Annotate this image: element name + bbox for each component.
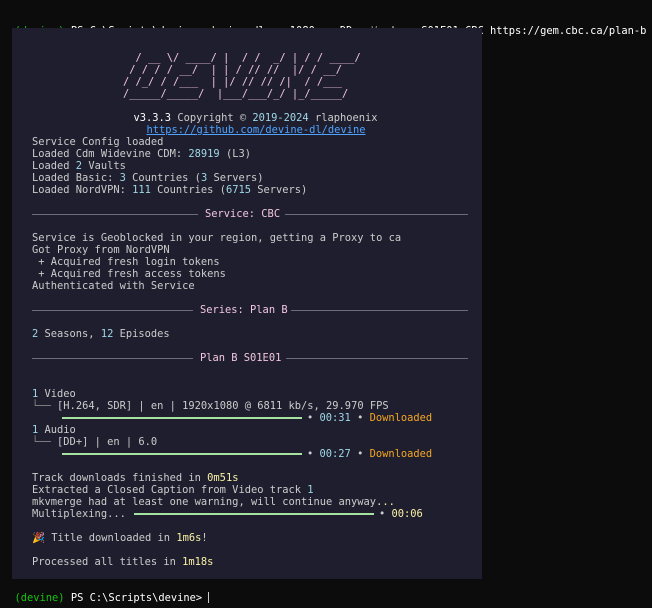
episode-rule-title: Plan B S01E01: [200, 352, 282, 364]
nordvpn-line: Loaded NordVPN: 111 Countries (6715 Serv…: [32, 184, 307, 196]
video-track-header: 1 Video: [32, 388, 76, 400]
nordvpn-label: Loaded NordVPN:: [32, 184, 133, 196]
env-name: (devine): [14, 592, 65, 604]
rule-divider: [291, 310, 468, 311]
processed-label: Processed all titles in: [32, 556, 183, 568]
title-downloaded-label: Title downloaded in: [44, 532, 177, 544]
basic-suffix: Servers): [207, 172, 264, 184]
video-track-info: └── [H.264, SDR] | en | 1920x1080 @ 6811…: [32, 400, 389, 412]
audio-track-header: 1 Audio: [32, 424, 76, 436]
seasons-line: 2 Seasons, 12 Episodes: [32, 328, 170, 340]
video-label: Video: [38, 388, 76, 400]
episode-label: Episodes: [113, 328, 170, 340]
mux-progress-bar: [134, 513, 374, 515]
basic-text: Countries (: [125, 172, 201, 184]
bullet-icon: •: [307, 412, 314, 424]
audio-status: Downloaded: [369, 448, 433, 460]
prompt-path: PS C:\Scripts\devine>: [64, 592, 209, 604]
season-label: Seasons,: [38, 328, 101, 340]
nordvpn-countries: 111: [132, 184, 151, 196]
service-rule-title: Service: CBC: [205, 208, 281, 220]
logo-line: /_____/_____/ |___/___/_/ |_/_____/: [123, 88, 374, 100]
cdm-label: Loaded Cdm Widevine CDM:: [32, 148, 189, 160]
cdm-id: 28919: [188, 148, 220, 160]
basic-label: Loaded Basic:: [32, 172, 120, 184]
closed-caption-line: Extracted a Closed Caption from Video tr…: [32, 484, 314, 496]
logo-line: / __ \/ ____/ | / / _/ | / / ____/: [123, 52, 361, 64]
mux-progress-status: • 00:06: [379, 508, 423, 520]
vaults-suffix: Vaults: [82, 160, 126, 172]
rule-divider: [285, 214, 468, 215]
repo-link[interactable]: https://github.com/devine-dl/devine: [134, 112, 366, 136]
party-popper-icon: 🎉: [32, 532, 45, 544]
video-progress-status: • 00:31 • Downloaded: [307, 412, 432, 424]
bullet-icon: •: [379, 508, 386, 520]
audio-progress-bar: [62, 453, 302, 455]
warning-text: mkvmerge had at least one warning, will …: [32, 496, 377, 508]
video-info: [H.264, SDR] | en | 1920x1080 @ 6811 kb/…: [57, 400, 389, 412]
login-token-line: + Acquired fresh login tokens: [32, 256, 220, 268]
exclamation: !: [201, 532, 208, 544]
cc-track-number: 1: [307, 484, 314, 496]
mux-label: Multiplexing: [32, 508, 108, 520]
geoblock-line: Service is Geoblocked in your region, ge…: [32, 232, 402, 244]
cc-label: Extracted a Closed Caption from Video tr…: [32, 484, 308, 496]
vaults-label: Loaded: [32, 160, 76, 172]
audio-elapsed: 00:27: [319, 448, 351, 460]
logo-line: / / / / __/ | | / // // |/ / __/: [123, 64, 361, 76]
tree-branch-icon: └──: [32, 436, 51, 448]
audio-label: Audio: [38, 424, 76, 436]
rule-divider: [32, 214, 198, 215]
series-rule-title: Series: Plan B: [200, 304, 288, 316]
rule-divider: [286, 358, 468, 359]
episode-count: 12: [100, 328, 114, 340]
audio-info: [DD+] | en | 6.0: [57, 436, 158, 448]
nordvpn-text: Countries (: [150, 184, 226, 196]
audio-track-info: └── [DD+] | en | 6.0: [32, 436, 157, 448]
text-cursor[interactable]: [208, 592, 210, 603]
basic-line: Loaded Basic: 3 Countries (3 Servers): [32, 172, 264, 184]
config-loaded-line: Service Config loaded: [32, 136, 164, 148]
bullet-icon: •: [357, 412, 364, 424]
tree-branch-icon: └──: [32, 400, 51, 412]
rule-divider: [32, 358, 193, 359]
title-duration: 1m6s: [176, 532, 202, 544]
video-elapsed: 00:31: [319, 412, 351, 424]
mux-ellipsis: ...: [107, 508, 126, 520]
nordvpn-suffix: Servers): [250, 184, 308, 196]
processed-all-line: Processed all titles in 1m18s: [32, 556, 213, 568]
rule-divider: [32, 310, 193, 311]
authenticated-line: Authenticated with Service: [32, 280, 195, 292]
nordvpn-servers: 6715: [225, 184, 251, 196]
vaults-line: Loaded 2 Vaults: [32, 160, 126, 172]
title-downloaded-line: 🎉 Title downloaded in 1m6s!: [32, 532, 208, 544]
video-progress-bar: [62, 417, 302, 419]
mux-elapsed: 00:06: [391, 508, 423, 520]
bullet-icon: •: [307, 448, 314, 460]
proxy-line: Got Proxy from NordVPN: [32, 244, 170, 256]
audio-progress-status: • 00:27 • Downloaded: [307, 448, 432, 460]
cdm-level: (L3): [219, 148, 251, 160]
cdm-line: Loaded Cdm Widevine CDM: 28919 (L3): [32, 148, 251, 160]
downloads-finished-line: Track downloads finished in 0m51s: [32, 472, 238, 484]
access-token-line: + Acquired fresh access tokens: [32, 268, 226, 280]
bullet-icon: •: [357, 448, 364, 460]
finished-duration: 0m51s: [207, 472, 239, 484]
processed-duration: 1m18s: [182, 556, 214, 568]
prompt-line[interactable]: (devine) PS C:\Scripts\devine>: [2, 580, 210, 604]
mkvmerge-warning-line: mkvmerge had at least one warning, will …: [32, 496, 395, 508]
finished-label: Track downloads finished in: [32, 472, 208, 484]
video-status: Downloaded: [369, 412, 433, 424]
warning-ellipsis: ...: [376, 496, 395, 508]
multiplexing-line: Multiplexing...: [32, 508, 126, 520]
logo-line: / /_/ / /___ | |/ // // /| / /___: [123, 76, 361, 88]
repo-url[interactable]: https://github.com/devine-dl/devine: [147, 124, 366, 136]
